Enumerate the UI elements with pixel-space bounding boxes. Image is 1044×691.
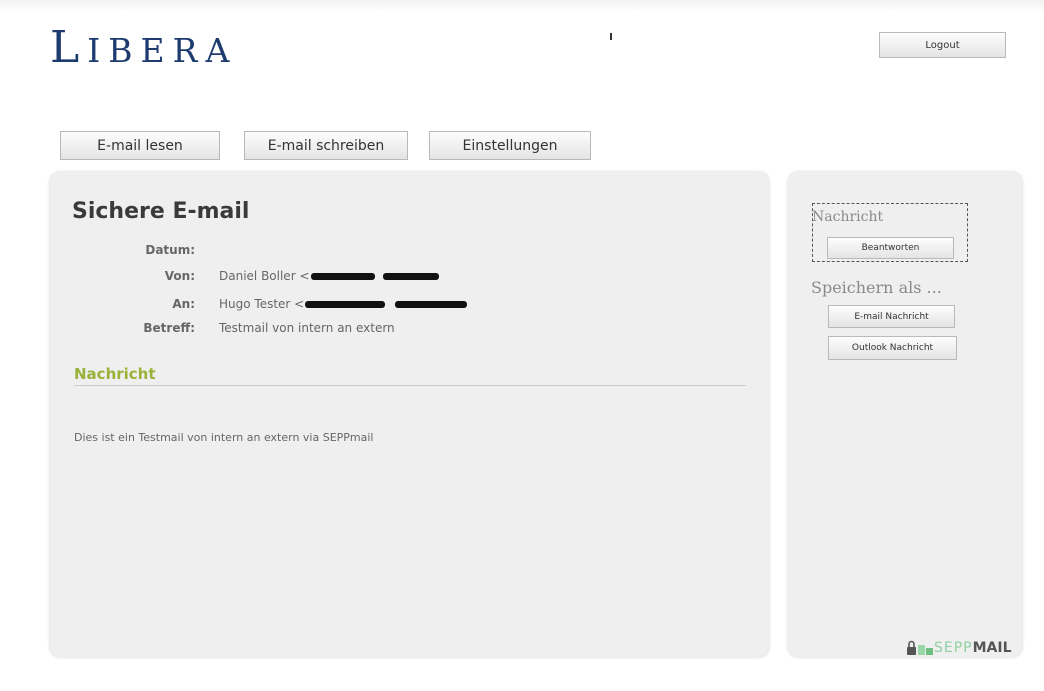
betreff-label: Betreff: [143, 321, 195, 335]
section-title-nachricht: Nachricht [74, 365, 156, 383]
page-title: Sichere E-mail [72, 199, 250, 224]
section-divider [74, 385, 746, 386]
an-field: Hugo Tester < [219, 297, 468, 311]
redaction-mark [305, 301, 386, 308]
libera-logo: LIBERA [50, 22, 238, 73]
brand-mail: MAIL [972, 640, 1012, 656]
lock-icon [907, 640, 933, 655]
von-value: Daniel Boller < [219, 269, 310, 283]
logout-button[interactable]: Logout [879, 32, 1006, 58]
sidebar-heading-nachricht: Nachricht [812, 209, 884, 225]
brand-sepp: SEPP [934, 640, 973, 656]
header-mark [610, 33, 612, 40]
message-body: Dies ist ein Testmail von intern an exte… [74, 431, 374, 444]
redaction-mark [310, 273, 375, 280]
tab-email-schreiben[interactable]: E-mail schreiben [244, 131, 408, 160]
von-field: Daniel Boller < [219, 269, 439, 283]
seppmail-logo: SEPP MAIL [906, 640, 1012, 656]
tab-email-lesen[interactable]: E-mail lesen [60, 131, 220, 160]
save-outlook-button[interactable]: Outlook Nachricht [828, 336, 957, 360]
von-label: Von: [164, 269, 195, 283]
redaction-mark [382, 273, 439, 280]
an-label: An: [172, 297, 195, 311]
top-band [0, 0, 1044, 12]
reply-button[interactable]: Beantworten [827, 237, 954, 259]
save-email-button[interactable]: E-mail Nachricht [828, 305, 955, 328]
betreff-value: Testmail von intern an extern [219, 321, 395, 335]
tab-einstellungen[interactable]: Einstellungen [429, 131, 591, 160]
redaction-mark [395, 301, 468, 308]
an-value: Hugo Tester < [219, 297, 305, 311]
datum-label: Datum: [145, 243, 195, 257]
sidebar-heading-speichern: Speichern als ... [811, 278, 942, 297]
